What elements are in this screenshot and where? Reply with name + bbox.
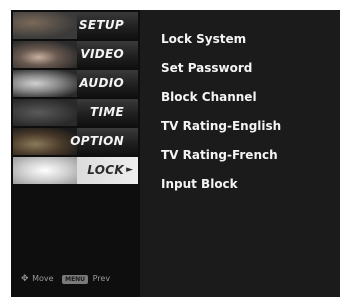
tab-audio[interactable]: AUDIO (13, 70, 138, 97)
move-hint-label: Move (32, 274, 54, 283)
menu-item-input-block[interactable]: Input Block (161, 176, 238, 192)
move-dpad-icon: ✥ (21, 274, 29, 284)
video-thumbnail-icon (13, 41, 77, 68)
menu-item-set-password[interactable]: Set Password (161, 60, 252, 76)
menu-item-lock-system[interactable]: Lock System (161, 31, 246, 47)
tab-label: TIME (90, 105, 124, 119)
tab-label: AUDIO (79, 76, 124, 90)
audio-thumbnail-icon (13, 70, 77, 97)
option-thumbnail-icon (13, 128, 77, 155)
tab-label: VIDEO (80, 47, 124, 61)
chevron-right-icon: ► (126, 165, 133, 175)
time-thumbnail-icon (13, 99, 77, 126)
menu-item-tv-rating-english[interactable]: TV Rating-English (161, 118, 281, 134)
setup-thumbnail-icon (13, 12, 77, 39)
prev-hint-label: Prev (92, 274, 111, 283)
osd-menu: SETUP VIDEO AUDIO TIME OPTION LOCK ► ✥ M… (11, 10, 340, 297)
tab-lock[interactable]: LOCK ► (13, 157, 138, 184)
tab-setup[interactable]: SETUP (13, 12, 138, 39)
menu-item-tv-rating-french[interactable]: TV Rating-French (161, 147, 278, 163)
tab-label: SETUP (78, 18, 124, 32)
tab-video[interactable]: VIDEO (13, 41, 138, 68)
navigation-hint: ✥ Move MENU Prev (21, 272, 110, 286)
tab-option[interactable]: OPTION (13, 128, 138, 155)
lock-options-panel: Lock System Set Password Block Channel T… (140, 10, 340, 297)
menu-key-icon: MENU (62, 274, 89, 284)
tab-label: OPTION (70, 134, 124, 148)
tab-time[interactable]: TIME (13, 99, 138, 126)
tab-label: LOCK (87, 163, 124, 177)
lock-thumbnail-icon (13, 157, 77, 184)
menu-item-block-channel[interactable]: Block Channel (161, 89, 257, 105)
category-sidebar: SETUP VIDEO AUDIO TIME OPTION LOCK ► ✥ M… (11, 10, 140, 297)
